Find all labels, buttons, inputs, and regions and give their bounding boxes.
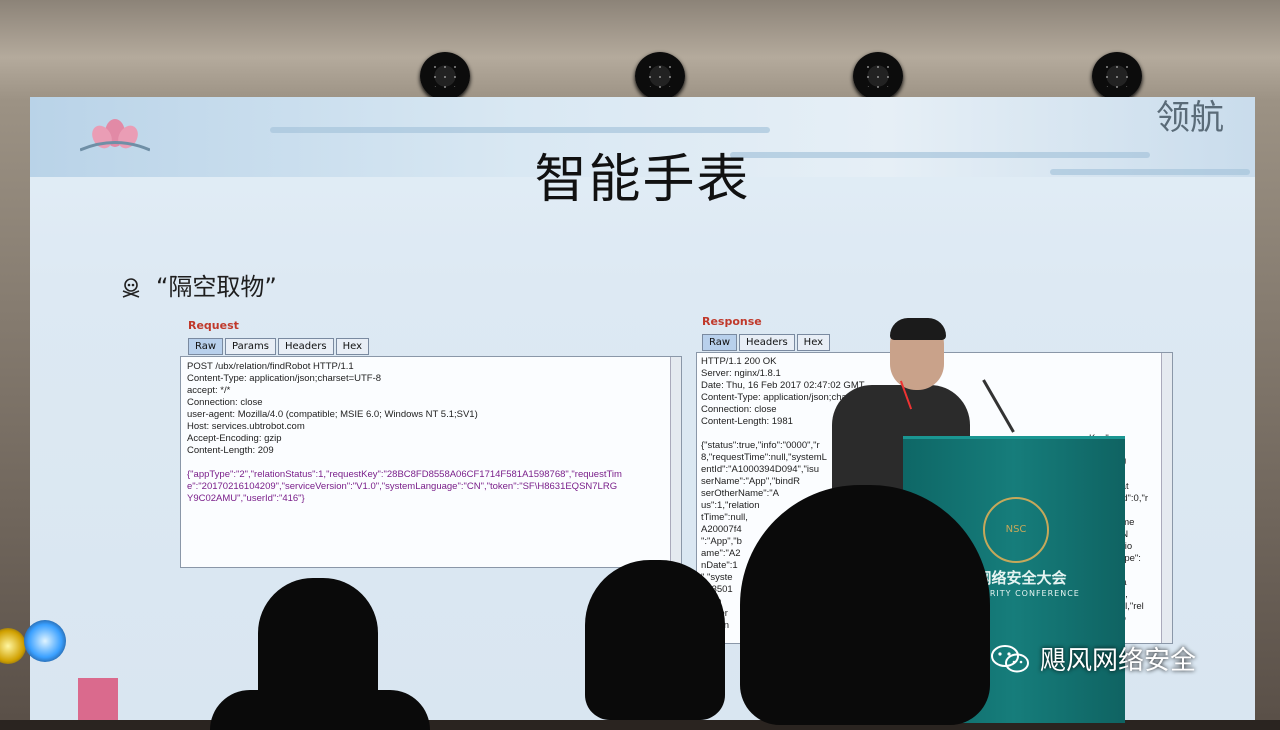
request-tab-hex[interactable]: Hex	[335, 338, 369, 355]
request-line: accept: */*	[187, 385, 231, 396]
wechat-icon	[991, 644, 1029, 672]
request-tab-params[interactable]: Params	[225, 338, 276, 355]
response-tab-raw[interactable]: Raw	[702, 334, 738, 351]
request-json-line: e":"20170216104209","serviceVersion":"V1…	[187, 481, 618, 492]
request-tab-raw[interactable]: Raw	[188, 338, 224, 355]
response-tabs: Raw Headers Hex	[702, 334, 831, 351]
response-tab-hex[interactable]: Hex	[796, 334, 831, 351]
response-tab-headers[interactable]: Headers	[739, 334, 795, 351]
watermark: 飓风网络安全	[990, 640, 1196, 677]
presenter-hair	[890, 318, 946, 340]
audience-head	[740, 485, 990, 725]
request-tabs: Raw Params Headers Hex	[188, 338, 369, 355]
request-scrollbar[interactable]	[670, 357, 681, 567]
response-line: Server: nginx/1.8.1	[701, 368, 781, 379]
stage-light	[420, 52, 470, 100]
request-line: Accept-Encoding: gzip	[187, 433, 282, 444]
bullet-text: “隔空取物”	[156, 273, 277, 301]
request-body: POST /ubx/relation/findRobot HTTP/1.1 Co…	[180, 356, 682, 568]
request-line: POST /ubx/relation/findRobot HTTP/1.1	[187, 361, 354, 372]
audience-shoulders	[210, 690, 430, 730]
watermark-text: 飓风网络安全	[1040, 646, 1197, 676]
slide-title: 智能手表	[534, 150, 751, 210]
response-scrollbar[interactable]	[1161, 353, 1172, 643]
request-label: Request	[188, 319, 239, 332]
request-line: Content-Length: 209	[187, 445, 274, 456]
stage-light	[853, 52, 903, 100]
request-line: Content-Type: application/json;charset=U…	[187, 373, 382, 384]
response-line: HTTP/1.1 200 OK	[701, 356, 777, 367]
request-line: Host: services.ubtrobot.com	[187, 421, 305, 432]
response-label: Response	[702, 315, 762, 328]
request-line: user-agent: Mozilla/4.0 (compatible; MSI…	[187, 409, 478, 420]
skull-icon	[122, 278, 140, 298]
stage-spotlight	[24, 620, 66, 662]
request-line: Connection: close	[187, 397, 263, 408]
request-tab-headers[interactable]: Headers	[277, 338, 334, 355]
request-json-line: Y9C02AMU","userId":"416"}	[187, 493, 305, 504]
pink-decor	[78, 678, 118, 720]
stage-light	[635, 52, 685, 100]
response-line: Date: Thu, 16 Feb 2017 02:47:02 GMT	[701, 380, 865, 391]
nsc-emblem: NSC	[983, 497, 1049, 563]
slide-bullet: “隔空取物”	[120, 267, 277, 302]
stage-light	[1092, 52, 1142, 100]
request-json-line: {"appType":"2","relationStatus":1,"reque…	[187, 469, 622, 480]
slide-seal: 领航	[1156, 98, 1224, 138]
audience-head	[585, 560, 725, 720]
